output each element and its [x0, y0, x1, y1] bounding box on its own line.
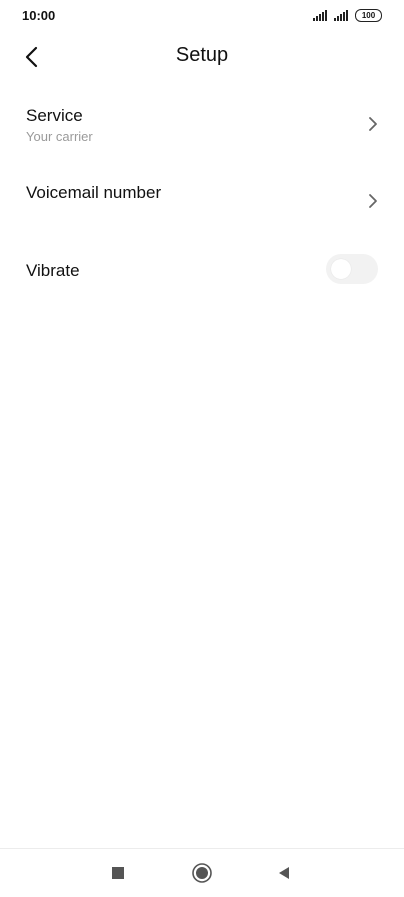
setting-row-service[interactable]: Service Your carrier [0, 100, 404, 156]
chevron-right-icon [369, 194, 377, 208]
toggle-knob [331, 259, 351, 279]
signal-icon [313, 10, 327, 21]
home-button[interactable] [190, 861, 214, 885]
setting-subtitle-service: Your carrier [26, 129, 93, 144]
circle-icon [192, 863, 212, 883]
setting-title-vibrate: Vibrate [26, 261, 80, 280]
back-nav-button[interactable] [272, 861, 296, 885]
status-bar: 10:00 100 [0, 0, 404, 32]
square-icon [112, 867, 124, 879]
setting-title-service: Service [26, 106, 83, 125]
status-icons: 100 [313, 9, 382, 22]
recents-button[interactable] [106, 861, 130, 885]
chevron-right-icon [369, 117, 377, 131]
setting-row-vibrate: Vibrate [0, 252, 404, 288]
app-header: Setup [0, 36, 404, 78]
triangle-back-icon [279, 867, 289, 879]
signal-icon-2 [334, 10, 348, 21]
battery-icon: 100 [355, 9, 382, 22]
vibrate-toggle[interactable] [326, 254, 378, 284]
page-title: Setup [175, 44, 229, 66]
setting-title-voicemail: Voicemail number [26, 183, 162, 202]
setting-row-voicemail[interactable]: Voicemail number [0, 176, 404, 226]
navigation-bar [0, 849, 404, 897]
status-time: 10:00 [22, 8, 56, 23]
